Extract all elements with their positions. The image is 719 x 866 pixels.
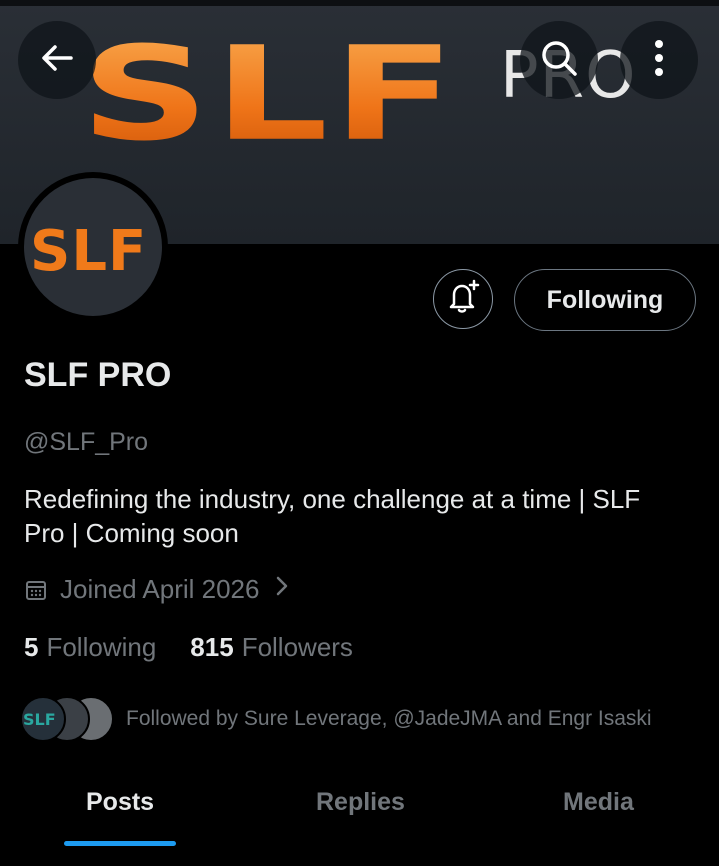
tab-replies[interactable]: Replies [316,788,405,817]
follow-stats: 5 Following 815 Followers [24,632,353,663]
calendar-icon [24,578,48,602]
search-button[interactable] [520,21,598,99]
followers-count: 815 [190,632,234,662]
following-button[interactable]: Following [514,269,696,331]
profile-tabs: Posts Replies Media [0,760,719,850]
avatar-logo-text: SLF [30,219,148,284]
followed-by-row[interactable]: SLF Followed by Sure Leverage, @JadeJMA … [20,696,652,742]
following-count: 5 [24,632,39,662]
follower-avatar-text: SLF [23,710,56,729]
active-tab-indicator [64,841,176,846]
profile-bio: Redefining the industry, one challenge a… [24,484,641,548]
banner-logo-text: SLF [80,19,460,170]
following-label: Following [46,632,157,662]
followers-label: Followers [241,632,353,662]
profile-name: SLF PRO [24,356,172,394]
followed-by-text: Followed by Sure Leverage, @JadeJMA and … [126,707,652,730]
chevron-right-icon [275,575,289,604]
profile-handle: @SLF_Pro [24,428,149,456]
profile-avatar[interactable]: SLF [18,172,168,322]
tab-posts[interactable]: Posts [86,788,154,817]
search-icon [538,37,580,84]
arrow-left-icon [37,38,77,83]
followers-stat[interactable]: 815 Followers [190,632,353,663]
banner-top-edge [0,0,719,6]
back-button[interactable] [18,21,96,99]
tab-media[interactable]: Media [563,788,634,817]
follower-avatar: SLF [20,696,66,742]
bell-plus-icon [445,279,481,320]
more-options-button[interactable] [620,21,698,99]
joined-date-row[interactable]: Joined April 2026 [24,574,289,605]
following-stat[interactable]: 5 Following [24,632,156,663]
more-vertical-icon [652,38,666,83]
joined-date-text: Joined April 2026 [60,574,260,604]
avatar-image: SLF [24,178,162,316]
notifications-button[interactable] [433,269,493,329]
